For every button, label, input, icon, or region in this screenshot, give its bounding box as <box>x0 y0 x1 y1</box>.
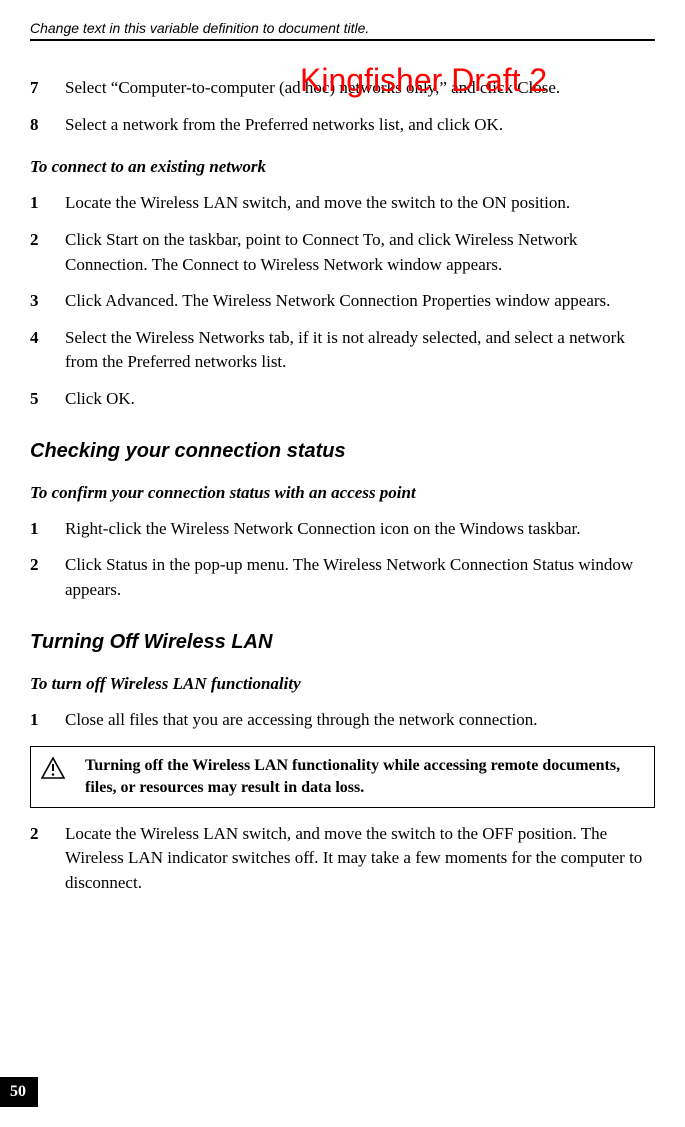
step-text: Select “Computer-to-computer (ad hoc) ne… <box>65 76 655 101</box>
step-item: 3 Click Advanced. The Wireless Network C… <box>30 289 655 314</box>
subheading: To connect to an existing network <box>30 157 655 177</box>
step-text: Close all files that you are accessing t… <box>65 708 655 733</box>
step-text: Click OK. <box>65 387 655 412</box>
step-number: 4 <box>30 326 65 375</box>
step-item: 1 Right-click the Wireless Network Conne… <box>30 517 655 542</box>
subheading: To confirm your connection status with a… <box>30 483 655 503</box>
warning-box: Turning off the Wireless LAN functionali… <box>30 746 655 807</box>
warning-text: Turning off the Wireless LAN functionali… <box>85 755 644 798</box>
step-text: Click Start on the taskbar, point to Con… <box>65 228 655 277</box>
step-item: 5 Click OK. <box>30 387 655 412</box>
step-number: 3 <box>30 289 65 314</box>
step-item: 4 Select the Wireless Networks tab, if i… <box>30 326 655 375</box>
step-number: 2 <box>30 228 65 277</box>
step-text: Locate the Wireless LAN switch, and move… <box>65 822 655 896</box>
step-text: Select a network from the Preferred netw… <box>65 113 655 138</box>
step-text: Right-click the Wireless Network Connect… <box>65 517 655 542</box>
step-number: 1 <box>30 517 65 542</box>
step-item: 1 Locate the Wireless LAN switch, and mo… <box>30 191 655 216</box>
step-text: Select the Wireless Networks tab, if it … <box>65 326 655 375</box>
step-item: 8 Select a network from the Preferred ne… <box>30 113 655 138</box>
step-number: 1 <box>30 191 65 216</box>
step-number: 7 <box>30 76 65 101</box>
step-text: Click Status in the pop-up menu. The Wir… <box>65 553 655 602</box>
step-number: 5 <box>30 387 65 412</box>
step-text: Click Advanced. The Wireless Network Con… <box>65 289 655 314</box>
step-item: 2 Locate the Wireless LAN switch, and mo… <box>30 822 655 896</box>
step-number: 1 <box>30 708 65 733</box>
step-item: 2 Click Status in the pop-up menu. The W… <box>30 553 655 602</box>
step-item: 2 Click Start on the taskbar, point to C… <box>30 228 655 277</box>
section-heading: Checking your connection status <box>30 440 655 463</box>
page-number: 50 <box>0 1077 38 1107</box>
step-item: 1 Close all files that you are accessing… <box>30 708 655 733</box>
step-number: 8 <box>30 113 65 138</box>
warning-icon <box>41 757 65 784</box>
step-number: 2 <box>30 822 65 896</box>
page-header: Change text in this variable definition … <box>30 20 655 41</box>
step-text: Locate the Wireless LAN switch, and move… <box>65 191 655 216</box>
step-number: 2 <box>30 553 65 602</box>
step-item: 7 Select “Computer-to-computer (ad hoc) … <box>30 76 655 101</box>
section-heading: Turning Off Wireless LAN <box>30 631 655 654</box>
subheading: To turn off Wireless LAN functionality <box>30 674 655 694</box>
